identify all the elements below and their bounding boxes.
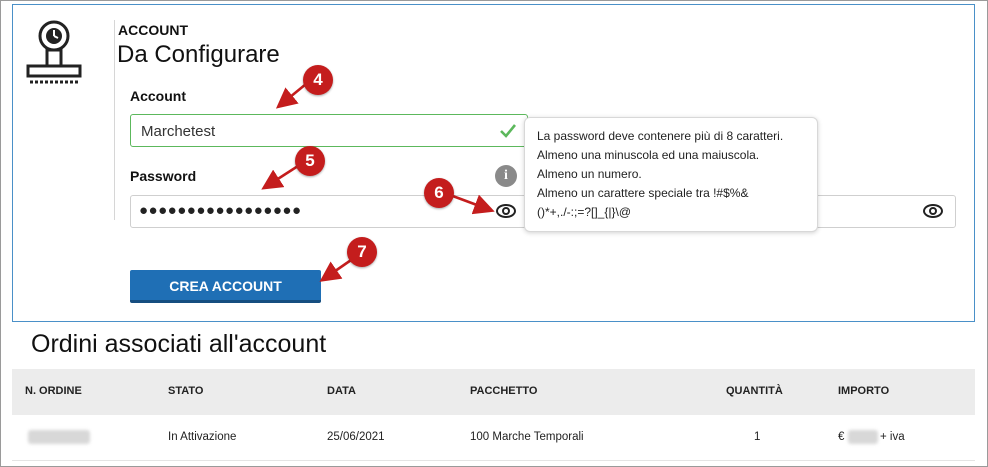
orders-title: Ordini associati all'account (31, 330, 327, 358)
order-date: 25/06/2021 (327, 431, 385, 443)
order-amount-suffix: + iva (880, 431, 905, 443)
column-header[interactable]: IMPORTO (838, 385, 889, 397)
row-divider (12, 460, 975, 461)
column-header[interactable]: STATO (168, 385, 203, 397)
order-package: 100 Marche Temporali (470, 431, 584, 443)
order-amount-redacted (848, 430, 878, 444)
column-header[interactable]: PACCHETTO (470, 385, 537, 397)
column-header[interactable]: QUANTITÀ (726, 385, 783, 397)
order-number-redacted (28, 430, 90, 444)
arrow-icon (261, 164, 299, 190)
arrow-icon (449, 193, 495, 215)
arrow-icon (275, 82, 307, 109)
column-header[interactable]: N. ORDINE (25, 385, 82, 397)
orders-table-header: N. ORDINE STATO DATA PACCHETTO QUANTITÀ … (12, 369, 975, 415)
step-badge-4: 4 (303, 65, 333, 95)
order-status: In Attivazione (168, 431, 237, 443)
step-badge-5: 5 (295, 146, 325, 176)
column-header[interactable]: DATA (327, 385, 356, 397)
order-quantity: 1 (754, 431, 761, 443)
step-badge-7: 7 (347, 237, 377, 267)
order-amount-currency: € (838, 431, 845, 443)
step-badge-6: 6 (424, 178, 454, 208)
